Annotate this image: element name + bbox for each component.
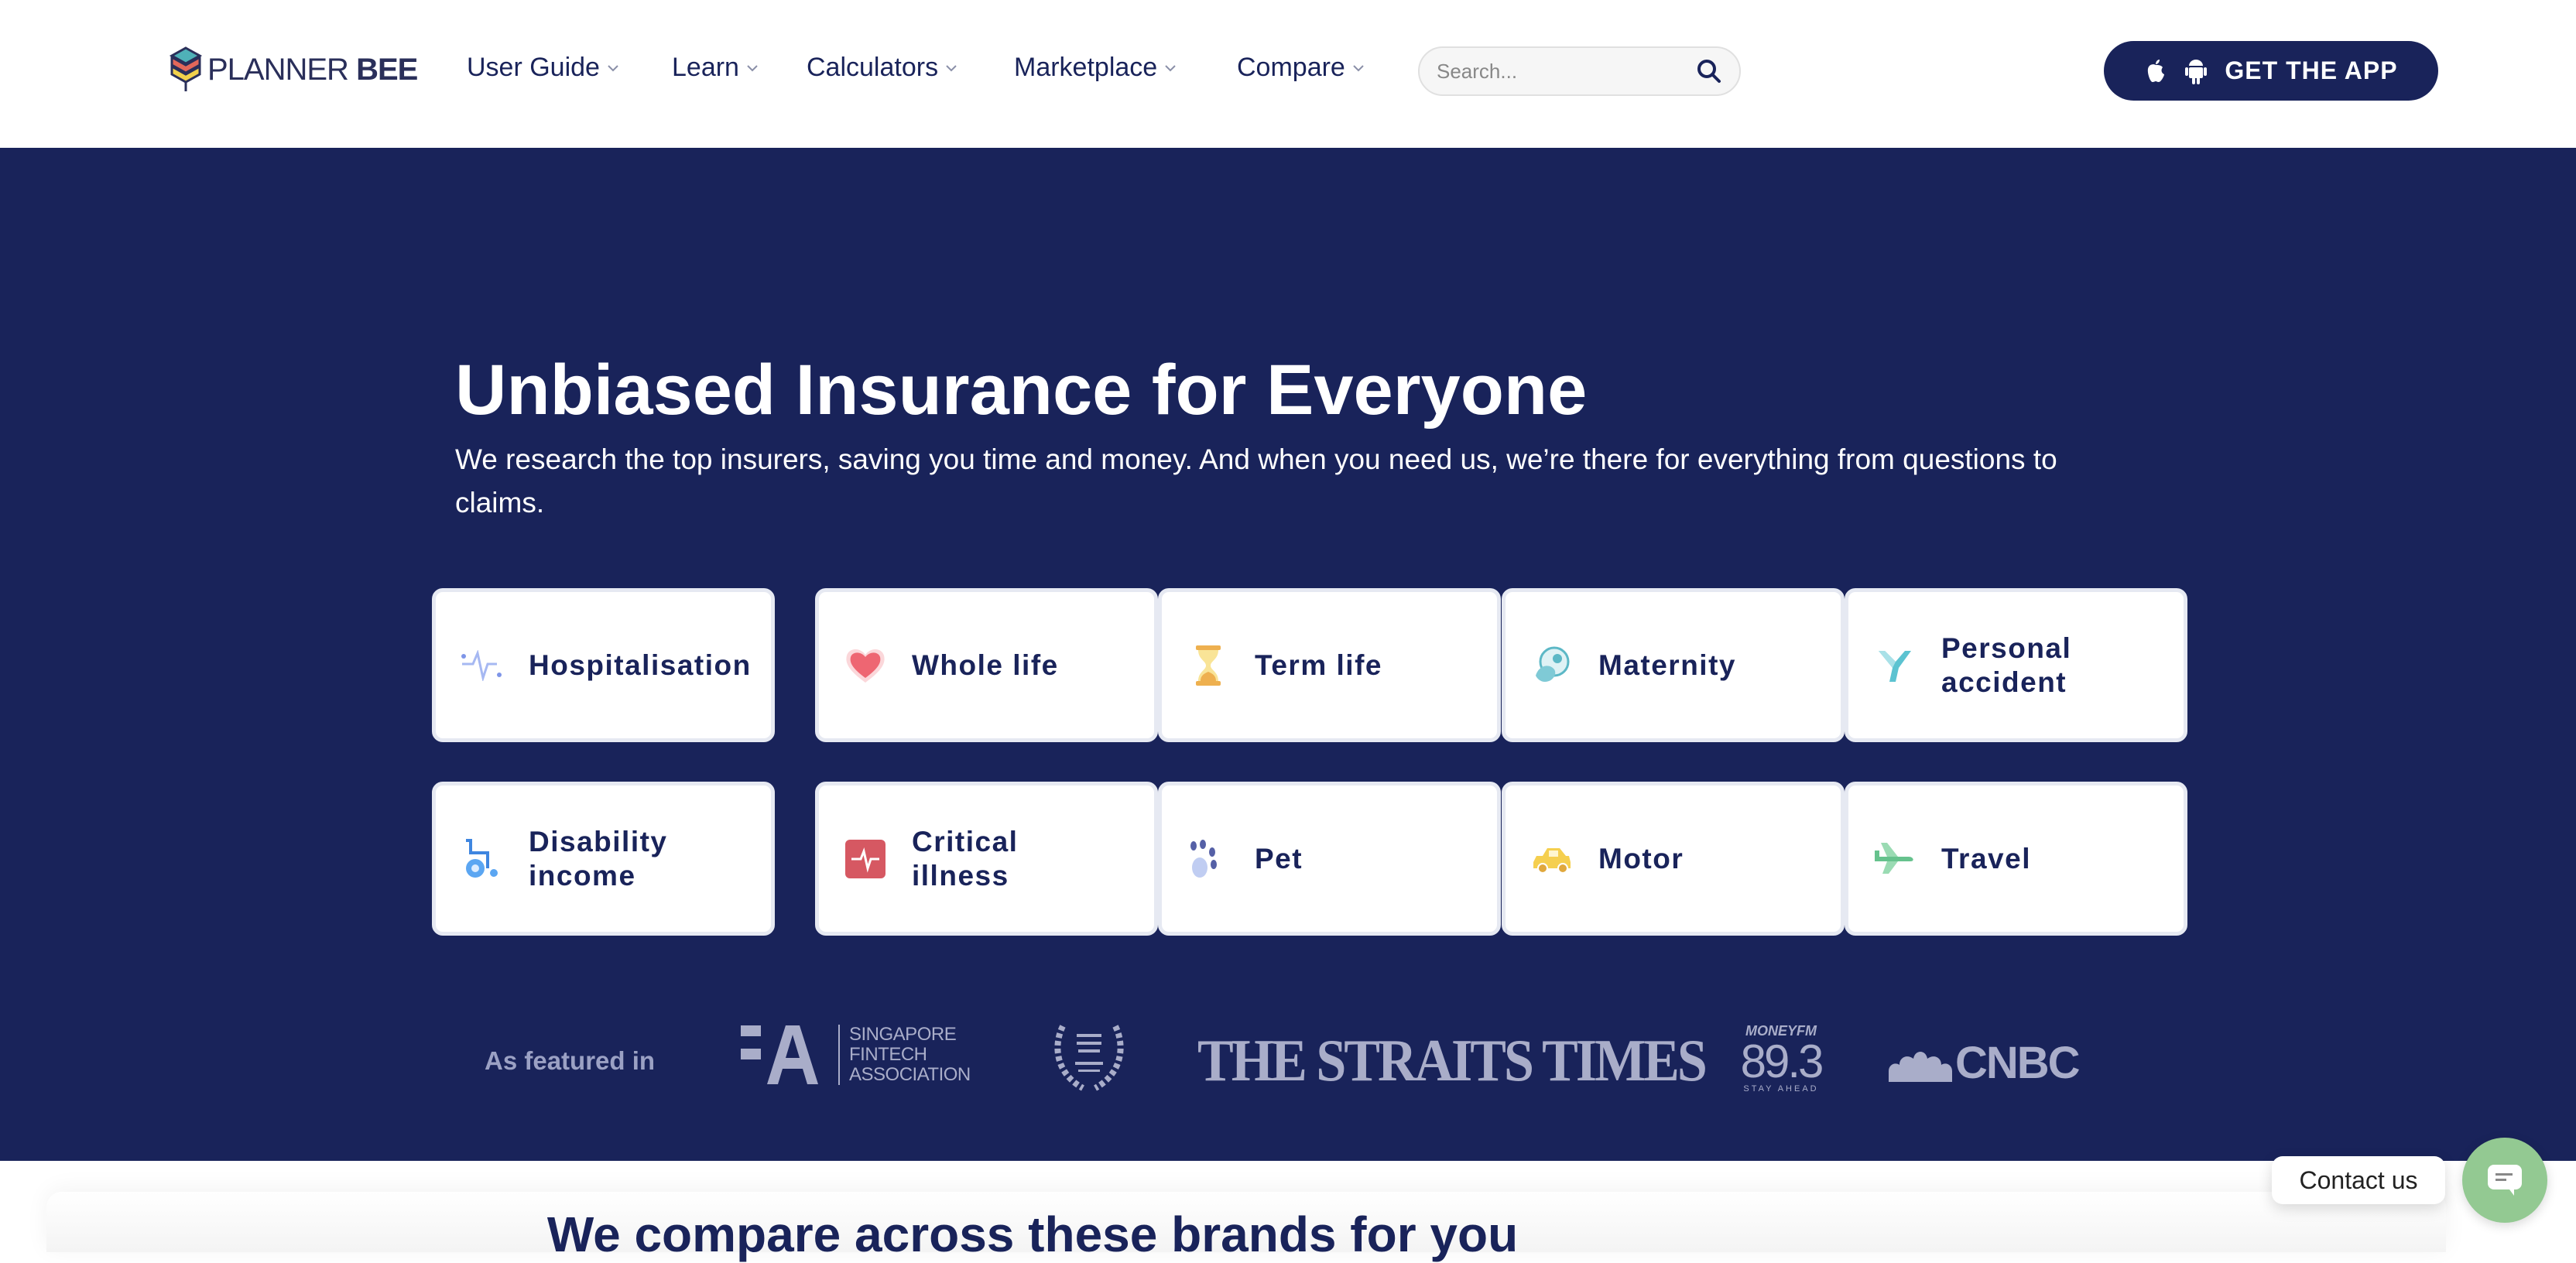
category-whole-life[interactable]: Whole life (815, 588, 1158, 742)
sfa-text: SINGAPORE (849, 1024, 957, 1045)
medical-pulse-icon (842, 836, 889, 882)
nav-label: Marketplace (1014, 53, 1158, 82)
baby-icon (1529, 642, 1575, 689)
nav-learn[interactable]: Learn (672, 53, 759, 83)
get-the-app-button[interactable]: GET THE APP (2104, 41, 2438, 101)
category-hospitalisation[interactable]: Hospitalisation (432, 588, 775, 742)
apple-icon (2148, 59, 2165, 82)
nav-label: User Guide (467, 53, 600, 82)
straits-times-logo: THE STRAITS TIMES (1197, 1029, 1708, 1094)
category-disability-income[interactable]: Disability income (432, 782, 775, 936)
contact-us-label[interactable]: Contact us (2272, 1156, 2445, 1204)
hero-title: Unbiased Insurance for Everyone (455, 351, 1588, 430)
hero-subtitle: We research the top insurers, saving you… (455, 443, 2057, 519)
planner-bee-logo[interactable]: PLANNER BEE (169, 46, 418, 93)
chevron-down-icon (946, 64, 957, 71)
moneyfm-logo: MONEYFM 89.3 STAY AHEAD (1736, 1023, 1826, 1094)
sfa-logo: SINGAPORE FINTECH ASSOCIATION (741, 1025, 971, 1085)
category-label: Hospitalisation (529, 649, 752, 681)
moneyfm-tagline: STAY AHEAD (1743, 1084, 1819, 1094)
site-header: PLANNER BEE User Guide Learn Calculators… (0, 0, 2576, 148)
category-motor[interactable]: Motor (1502, 782, 1845, 936)
heart-icon (842, 642, 889, 689)
chat-bubble-icon (2488, 1165, 2522, 1196)
get-the-app-label: GET THE APP (2225, 56, 2398, 84)
category-label: Personal accident (1941, 632, 2072, 698)
category-label: Pet (1255, 842, 1303, 875)
category-pet[interactable]: Pet (1158, 782, 1501, 936)
logo-hexagon-icon (169, 46, 203, 91)
category-label: Term life (1255, 649, 1382, 681)
chevron-down-icon (608, 64, 618, 71)
category-personal-accident[interactable]: Personal accident (1845, 588, 2187, 742)
category-travel[interactable]: Travel (1845, 782, 2187, 936)
logo-text: PLANNER BEE (207, 52, 418, 87)
category-label: Maternity (1598, 649, 1736, 681)
category-critical-illness[interactable]: Critical illness (815, 782, 1158, 936)
brands-title: We compare across these brands for you (546, 1207, 1519, 1262)
category-label: Travel (1941, 842, 2031, 875)
chevron-down-icon (1353, 64, 1364, 71)
search-box (1418, 46, 1741, 96)
search-input[interactable] (1437, 59, 1696, 84)
nav-calculators[interactable]: Calculators (807, 53, 958, 83)
paw-icon (1185, 836, 1231, 882)
wheelchair-icon (459, 836, 505, 882)
nav-compare[interactable]: Compare (1237, 53, 1365, 83)
android-icon (2185, 59, 2208, 84)
moneyfm-frequency: 89.3 (1740, 1035, 1824, 1087)
accident-icon (1872, 642, 1918, 689)
sfa-text: FINTECH (849, 1044, 927, 1065)
featured-label: As featured in (485, 1046, 656, 1075)
finance-awards-laurel-logo (1049, 1022, 1129, 1097)
category-label: Critical illness (912, 825, 1019, 892)
cnbc-text: CNBC (1955, 1038, 2081, 1088)
nav-label: Learn (672, 53, 739, 82)
search-icon[interactable] (1696, 58, 1722, 84)
category-label: Motor (1598, 842, 1684, 875)
category-maternity[interactable]: Maternity (1502, 588, 1845, 742)
chevron-down-icon (747, 64, 758, 71)
cnbc-logo: CNBC (1889, 1037, 2081, 1089)
hourglass-icon (1185, 642, 1231, 689)
category-term-life[interactable]: Term life (1158, 588, 1501, 742)
chat-button[interactable] (2462, 1138, 2547, 1223)
chevron-down-icon (1165, 64, 1176, 71)
car-icon (1529, 836, 1575, 882)
heartbeat-icon (459, 642, 505, 689)
nav-user-guide[interactable]: User Guide (467, 53, 620, 83)
sfa-text: ASSOCIATION (849, 1064, 971, 1085)
nav-label: Compare (1237, 53, 1345, 82)
nav-label: Calculators (807, 53, 939, 82)
category-label: Whole life (912, 649, 1059, 681)
plane-icon (1872, 836, 1918, 882)
nav-marketplace[interactable]: Marketplace (1014, 53, 1177, 83)
category-label: Disability income (529, 825, 668, 892)
